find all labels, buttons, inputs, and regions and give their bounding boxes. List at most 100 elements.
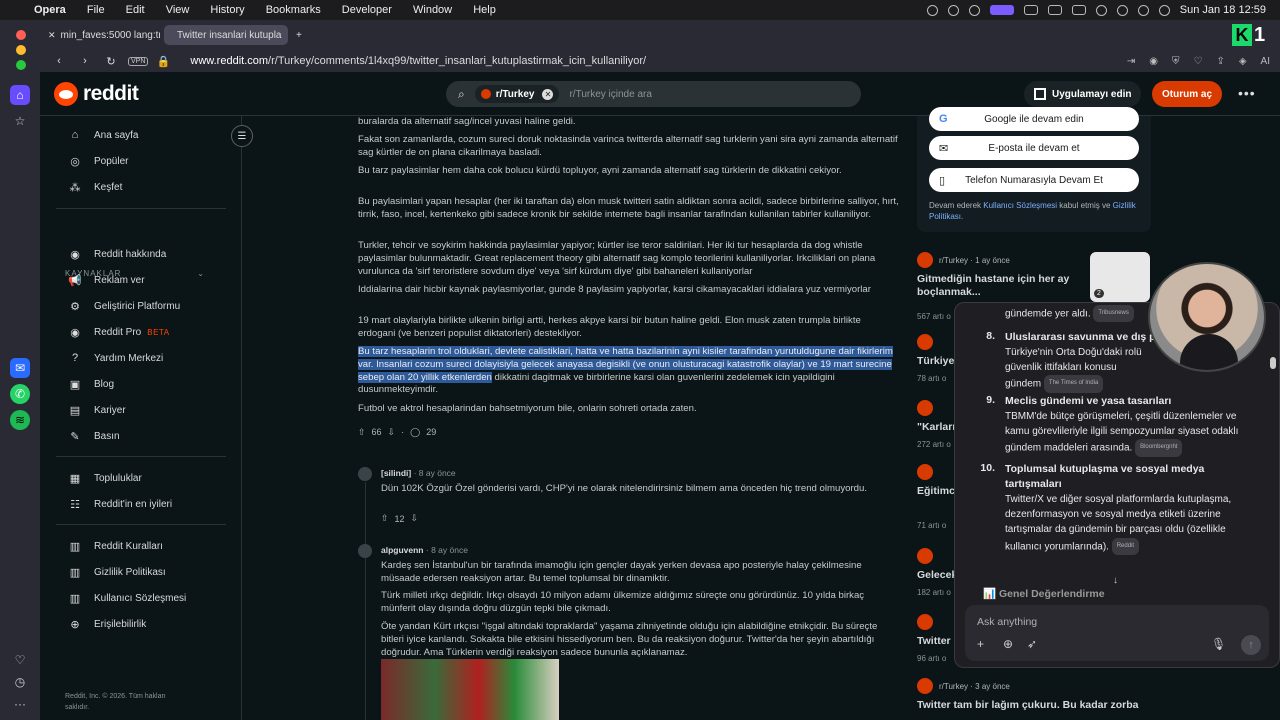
related-post-title[interactable]: Twitter tam bir lağım çukuru. Bu kadar z… [917, 699, 1152, 712]
chat-input-box[interactable]: Ask anything + ⊕ ➶ 🎙 ↑ [965, 605, 1269, 661]
heart-icon[interactable]: ♡ [1193, 56, 1202, 67]
star-icon[interactable]: ☆ [10, 111, 30, 131]
menu-help[interactable]: Help [473, 4, 496, 16]
camera-icon[interactable]: ◉ [1149, 56, 1158, 67]
comment-count[interactable]: 29 [426, 426, 436, 439]
subreddit-name[interactable]: r/Turkey [939, 682, 968, 691]
sidebar-item-blog[interactable]: ▣ Blog [68, 377, 114, 391]
sidebar-item-popular[interactable]: ◎ Popüler [68, 154, 128, 168]
heart-icon[interactable]: ♡ [10, 650, 30, 670]
reddit-logo[interactable]: reddit [54, 81, 139, 106]
sidebar-item-home[interactable]: ⌂ Ana sayfa [68, 128, 139, 142]
menu-file[interactable]: File [87, 4, 105, 16]
active-status-icon[interactable] [989, 5, 1014, 15]
spotify-icon[interactable]: ≋ [10, 410, 30, 430]
avatar[interactable] [358, 467, 372, 481]
more-options-icon[interactable]: ••• [1238, 85, 1256, 101]
rocket-icon[interactable]: ➶ [1027, 637, 1037, 651]
scrollbar-thumb[interactable] [1270, 357, 1276, 369]
scroll-down-icon[interactable]: ↓ [1113, 575, 1118, 586]
comment-author[interactable]: [silindi] · 8 ay önce [381, 468, 456, 478]
sidebar-item-explore[interactable]: ⁂ Keşfet [68, 180, 123, 194]
send-icon[interactable]: ↑ [1241, 635, 1261, 655]
sidebar-item-careers[interactable]: ▤ Kariyer [68, 403, 126, 417]
url-text[interactable]: www.reddit.com/r/Turkey/comments/1l4xq99… [190, 55, 646, 67]
sidebar-item-about[interactable]: ◉ Reddit hakkında [68, 247, 166, 261]
microphone-icon[interactable]: 🎙 [1211, 637, 1226, 651]
avatar[interactable] [358, 544, 372, 558]
lock-icon[interactable]: 🔒 [156, 55, 171, 68]
upvote-icon[interactable]: ⇧ [358, 426, 366, 439]
moon-icon[interactable] [1116, 4, 1128, 16]
comment-icon[interactable]: ◯ [410, 426, 420, 439]
source-badge[interactable]: Tribusnews [1093, 305, 1134, 323]
plus-icon[interactable]: + [977, 637, 984, 651]
back-icon[interactable]: ‹ [52, 55, 66, 67]
sidebar-item-advertise[interactable]: 📢 Reklam ver [68, 273, 144, 287]
downvote-icon[interactable]: ⇩ [388, 426, 396, 439]
get-app-button[interactable]: Uygulamayı edin [1024, 81, 1142, 107]
history-icon[interactable]: ◷ [10, 672, 30, 692]
related-post-title[interactable]: Gitmediğin hastane için her ay boçlanmak… [917, 273, 1077, 299]
share-icon[interactable]: ⇪ [1216, 56, 1224, 67]
forward-icon[interactable]: › [78, 55, 92, 67]
comment-thread-line[interactable] [365, 482, 366, 720]
menu-edit[interactable]: Edit [126, 4, 145, 16]
upvote-icon[interactable]: ⇧ [381, 513, 389, 524]
sidebar-item-developer[interactable]: ⚙ Geliştirici Platformu [68, 299, 180, 313]
new-tab-button[interactable]: + [292, 25, 306, 45]
sidebar-item-reddit-pro[interactable]: ◉ Reddit Pro BETA [68, 325, 170, 339]
messenger-icon[interactable]: ✉ [10, 358, 30, 378]
battery-icon[interactable] [1071, 5, 1086, 15]
tab-x-search[interactable]: ✕ min_faves:5000 lang:tr [40, 25, 160, 45]
email-login-button[interactable]: ✉ E-posta ile devam et [929, 136, 1139, 160]
subreddit-chip[interactable]: r/Turkey ✕ [474, 85, 560, 103]
extension-logo[interactable]: K 1 [1232, 23, 1272, 47]
vpn-badge[interactable]: VPN [128, 56, 149, 66]
comment-author[interactable]: alpguvenn · 8 ay önce [381, 545, 468, 555]
menu-window[interactable]: Window [413, 4, 452, 16]
sidebar-item-best-of[interactable]: ☷ Reddit'in en iyileri [68, 497, 172, 511]
status-icon[interactable] [968, 4, 980, 16]
source-badge[interactable]: The Times of India [1043, 375, 1104, 393]
status-icon[interactable] [1047, 5, 1062, 15]
sidebar-item-privacy[interactable]: ▥ Gizlilik Politikası [68, 565, 166, 579]
sidebar-item-user-agreement[interactable]: ▥ Kullanıcı Sözleşmesi [68, 591, 186, 605]
shield-icon[interactable]: ⛨ [1172, 56, 1180, 67]
status-icon[interactable] [947, 4, 959, 16]
home-icon[interactable]: ⌂ [10, 85, 30, 105]
sidebar-item-help[interactable]: ? Yardım Merkezi [68, 351, 163, 365]
menu-view[interactable]: View [166, 4, 190, 16]
menu-app[interactable]: Opera [34, 4, 66, 16]
sidebar-item-accessibility[interactable]: ⊕ Erişilebilirlik [68, 617, 146, 631]
status-icon[interactable] [1023, 5, 1038, 15]
status-icon[interactable] [926, 4, 938, 16]
control-center-icon[interactable] [1137, 4, 1149, 16]
google-login-button[interactable]: G Google ile devam edin [929, 107, 1139, 131]
menu-developer[interactable]: Developer [342, 4, 392, 16]
whatsapp-icon[interactable]: ✆ [10, 384, 30, 404]
play-icon[interactable] [1095, 4, 1107, 16]
ai-button[interactable]: AI [1261, 56, 1270, 67]
minimize-window-icon[interactable] [16, 45, 26, 55]
maximize-window-icon[interactable] [16, 60, 26, 70]
menu-bookmarks[interactable]: Bookmarks [266, 4, 321, 16]
tab-reddit-post[interactable]: Twitter insanlari kutupla [164, 25, 288, 45]
menu-history[interactable]: History [210, 4, 244, 16]
phone-login-button[interactable]: ▯ Telefon Numarasıyla Devam Et [929, 168, 1139, 192]
user-agreement-link[interactable]: Kullanıcı Sözleşmesi [983, 201, 1057, 210]
cube-icon[interactable]: ◈ [1239, 56, 1247, 67]
search-bar[interactable]: ⌕ r/Turkey ✕ r/Turkey içinde ara [446, 81, 861, 107]
subreddit-name[interactable]: r/Turkey [939, 256, 968, 265]
globe-icon[interactable]: ⊕ [1003, 637, 1013, 651]
wifi-icon[interactable] [1158, 4, 1170, 16]
source-badge[interactable]: Bloombergnht [1135, 439, 1183, 457]
sidebar-item-press[interactable]: ✎ Basın [68, 429, 119, 443]
comment-image[interactable] [381, 659, 559, 720]
reload-icon[interactable]: ↻ [104, 55, 118, 68]
clock[interactable]: Sun Jan 18 12:59 [1180, 4, 1266, 16]
source-badge[interactable]: Reddit [1111, 537, 1140, 555]
more-icon[interactable]: ··· [10, 694, 30, 714]
login-button[interactable]: Oturum aç [1152, 81, 1223, 107]
close-window-icon[interactable] [16, 30, 26, 40]
